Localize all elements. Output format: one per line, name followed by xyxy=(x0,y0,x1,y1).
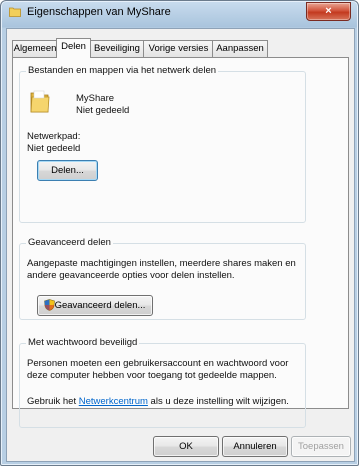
tab-vorige-versies[interactable]: Vorige versies xyxy=(143,40,214,57)
password-protection-group-label: Met wachtwoord beveiligd xyxy=(26,337,140,348)
network-share-group: Bestanden en mappen via het netwerk dele… xyxy=(19,65,306,223)
password-protection-description: Personen moeten een gebruikersaccount en… xyxy=(27,358,289,381)
hint-text-before: Gebruik het xyxy=(27,396,79,407)
close-button[interactable]: × xyxy=(306,2,351,21)
shared-folder-icon xyxy=(30,90,50,113)
advanced-sharing-group-label: Geavanceerd delen xyxy=(26,237,113,248)
folder-status: Niet gedeeld xyxy=(76,105,130,116)
hint-text-after: als u deze instelling wilt wijzigen. xyxy=(147,396,289,407)
tab-aanpassen[interactable]: Aanpassen xyxy=(212,40,268,57)
cancel-button[interactable]: Annuleren xyxy=(222,436,288,457)
folder-name: MyShare xyxy=(76,93,115,104)
advanced-sharing-group: Geavanceerd delen Aangepaste machtiginge… xyxy=(19,237,306,320)
network-path-value: Niet gedeeld xyxy=(27,143,81,154)
network-path-label: Netwerkpad: xyxy=(27,131,81,142)
advanced-sharing-button[interactable]: Geavanceerd delen... xyxy=(37,295,153,316)
network-share-group-label: Bestanden en mappen via het netwerk dele… xyxy=(26,65,219,76)
advanced-sharing-description: Aangepaste machtigingen instellen, meerd… xyxy=(27,258,296,281)
uac-shield-icon xyxy=(44,299,55,311)
password-protection-hint: Gebruik het Netwerkcentrum als u deze in… xyxy=(27,396,305,408)
tab-algemeen[interactable]: Algemeen xyxy=(12,40,58,57)
sharing-tab-page: Bestanden en mappen via het netwerk dele… xyxy=(12,57,349,428)
network-center-link[interactable]: Netwerkcentrum xyxy=(79,396,148,407)
tab-beveiliging[interactable]: Beveiliging xyxy=(89,40,145,57)
properties-window: Eigenschappen van MyShare × Algemeen Del… xyxy=(0,0,359,466)
window-title: Eigenschappen van MyShare xyxy=(27,6,171,18)
folder-icon xyxy=(9,7,21,17)
share-button[interactable]: Delen... xyxy=(37,160,98,181)
apply-button[interactable]: Toepassen xyxy=(291,436,351,457)
dialog-client-area: Algemeen Delen Beveiliging Vorige versie… xyxy=(6,28,355,462)
password-protection-group: Met wachtwoord beveiligd Personen moeten… xyxy=(19,337,306,428)
advanced-sharing-button-label: Geavanceerd delen... xyxy=(54,300,146,311)
ok-button[interactable]: OK xyxy=(153,436,219,457)
title-bar[interactable]: Eigenschappen van MyShare × xyxy=(1,1,358,23)
tab-delen[interactable]: Delen xyxy=(56,38,91,58)
